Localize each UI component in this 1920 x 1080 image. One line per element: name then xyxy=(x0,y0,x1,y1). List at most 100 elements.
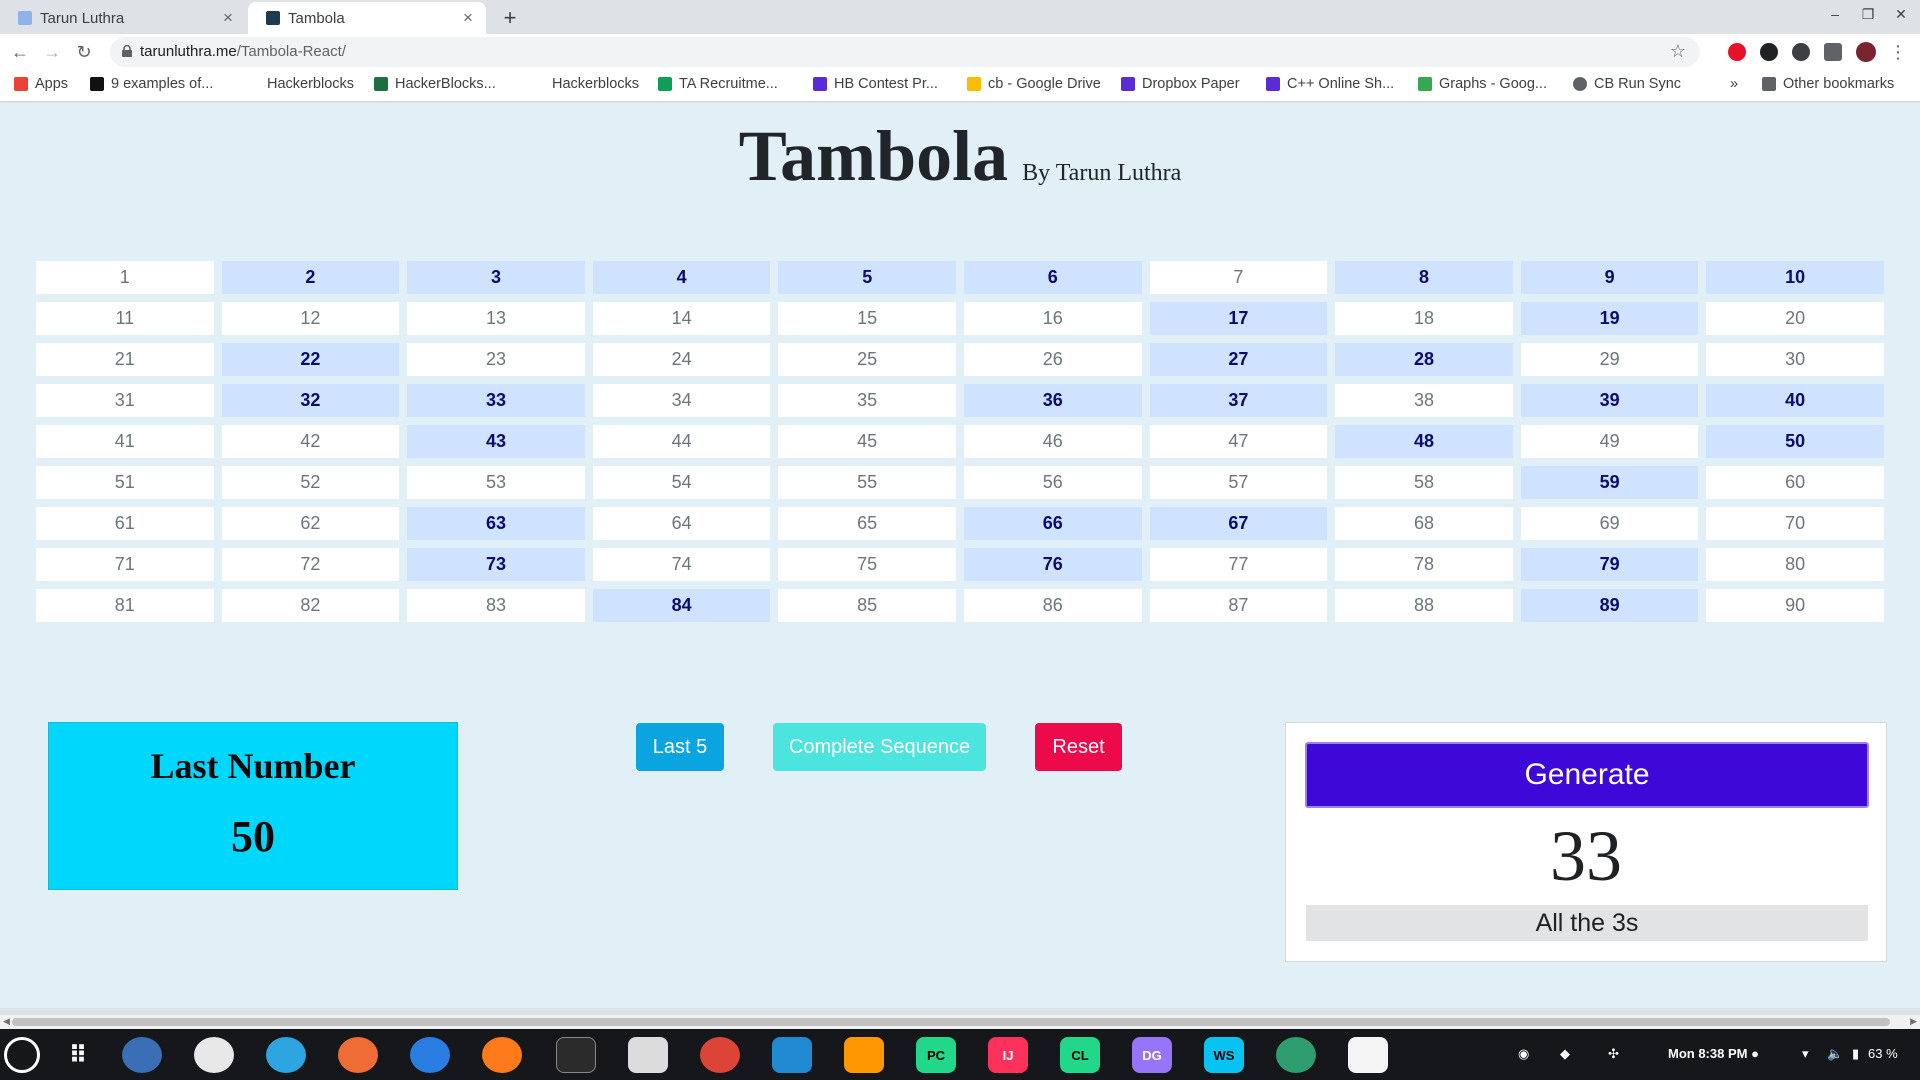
bookmark-item[interactable]: C++ Online Sh... xyxy=(1266,76,1394,92)
board-cell: 32 xyxy=(221,384,400,417)
board-cell: 82 xyxy=(221,589,400,622)
board-cell: 6 xyxy=(964,261,1142,294)
app-grid-icon[interactable]: ⠿ xyxy=(58,1037,98,1073)
scrollbar-thumb[interactable] xyxy=(12,1018,1890,1026)
menu-kebab-icon[interactable]: ⋮ xyxy=(1886,40,1910,64)
bookmark-other[interactable]: Other bookmarks xyxy=(1762,76,1894,92)
telegram-icon[interactable] xyxy=(266,1037,306,1073)
scroll-right-icon[interactable]: ▶ xyxy=(1910,1016,1917,1027)
terminal-icon[interactable] xyxy=(556,1037,596,1073)
pycharm-icon[interactable]: PC xyxy=(916,1037,956,1073)
bookmark-item[interactable]: CB Run Sync xyxy=(1573,76,1681,92)
board-cell: 55 xyxy=(778,466,956,499)
scroll-left-icon[interactable]: ◀ xyxy=(3,1016,10,1027)
bookmark-item[interactable]: 9 examples of... xyxy=(90,76,213,92)
react-favicon-icon xyxy=(266,11,280,25)
board-cell: 53 xyxy=(407,466,585,499)
close-icon[interactable]: × xyxy=(458,8,478,28)
board-cell: 78 xyxy=(1335,548,1513,581)
volume-icon[interactable]: 🔈 xyxy=(1827,1046,1843,1062)
board-cell: 23 xyxy=(407,343,585,376)
board-cell: 54 xyxy=(592,466,771,499)
bookmark-item[interactable]: HB Contest Pr... xyxy=(813,76,938,92)
page-viewport: Tambola By Tarun Luthra 1 2 3 4 5 6 7 8 9 10 11 12 13… xyxy=(0,103,1920,1008)
board-cell: 60 xyxy=(1706,466,1884,499)
address-bar[interactable]: tarunluthra.me/Tambola-React/ ☆ xyxy=(110,37,1700,67)
close-icon[interactable]: × xyxy=(218,8,238,28)
board-cell: 21 xyxy=(36,343,214,376)
bookmark-apps[interactable]: Apps xyxy=(14,76,68,92)
sheets-icon xyxy=(374,77,388,91)
window-close-icon[interactable]: ✕ xyxy=(1886,6,1916,23)
board-cell: 20 xyxy=(1706,302,1884,335)
bookmark-star-icon[interactable]: ☆ xyxy=(1670,41,1686,62)
board-cell: 50 xyxy=(1706,425,1884,458)
board-cell: 49 xyxy=(1520,425,1699,458)
battery-icon[interactable]: ▮ xyxy=(1852,1046,1859,1062)
settings-gear-icon[interactable] xyxy=(122,1037,162,1073)
clock[interactable]: Mon 8:38 PM ● xyxy=(1668,1046,1759,1061)
power-icon[interactable] xyxy=(4,1037,40,1073)
new-tab-icon[interactable]: + xyxy=(496,4,524,32)
opera-extension-icon[interactable] xyxy=(1728,43,1746,61)
back-icon[interactable]: ← xyxy=(8,40,32,64)
files-icon[interactable] xyxy=(628,1037,668,1073)
minimize-icon[interactable]: – xyxy=(1820,6,1850,22)
tray-app-icon[interactable]: ✣ xyxy=(1608,1046,1619,1062)
bookmark-item[interactable]: Graphs - Goog... xyxy=(1418,76,1547,92)
vscode-icon[interactable] xyxy=(772,1037,812,1073)
text-editor-icon[interactable] xyxy=(1348,1037,1388,1073)
tab-tambola[interactable]: Tambola × xyxy=(248,2,486,34)
board-cell: 8 xyxy=(1335,261,1513,294)
goat-app-icon[interactable] xyxy=(194,1037,234,1073)
indicator-icon[interactable]: ◉ xyxy=(1518,1046,1529,1062)
sublime-icon[interactable] xyxy=(844,1037,884,1073)
avatar[interactable] xyxy=(1856,42,1876,62)
tab-tarun-luthra[interactable]: Tarun Luthra × xyxy=(0,2,246,34)
generate-button[interactable]: Generate xyxy=(1305,742,1869,808)
restore-icon[interactable]: ❐ xyxy=(1853,6,1883,23)
puzzle-icon[interactable] xyxy=(1824,43,1842,61)
reset-button[interactable]: Reset xyxy=(1035,723,1122,771)
number-board: 1 2 3 4 5 6 7 8 9 10 11 12 13 14 15 16 17 18 19 20 21 22 23 24 2… xyxy=(36,261,1884,622)
firefox-dev-icon[interactable] xyxy=(410,1037,450,1073)
webstorm-icon[interactable]: WS xyxy=(1204,1037,1244,1073)
clion-icon[interactable]: CL xyxy=(1060,1037,1100,1073)
board-cell: 44 xyxy=(592,425,771,458)
tab-label: Tarun Luthra xyxy=(40,9,125,27)
extension-icon[interactable] xyxy=(1760,43,1778,61)
board-cell: 59 xyxy=(1520,466,1699,499)
google-drive-icon xyxy=(1418,77,1432,91)
bookmark-item[interactable]: TA Recruitme... xyxy=(658,76,778,92)
datagrip-icon[interactable]: DG xyxy=(1132,1037,1172,1073)
atom-icon[interactable] xyxy=(1276,1037,1316,1073)
chrome-icon[interactable] xyxy=(700,1037,740,1073)
browser-toolbar: ← → ↻ tarunluthra.me/Tambola-React/ ☆ ⋮ xyxy=(0,34,1920,70)
board-cell: 7 xyxy=(1149,261,1328,294)
board-cell: 71 xyxy=(36,548,214,581)
board-cell: 16 xyxy=(964,302,1142,335)
complete-sequence-button[interactable]: Complete Sequence xyxy=(773,723,986,771)
board-cell: 79 xyxy=(1520,548,1699,581)
extension-icon[interactable] xyxy=(1792,43,1810,61)
wifi-icon[interactable]: ▾ xyxy=(1802,1046,1809,1062)
forward-icon[interactable]: → xyxy=(40,40,64,64)
board-cell: 24 xyxy=(592,343,771,376)
reload-icon[interactable]: ↻ xyxy=(72,40,96,64)
apps-grid-icon xyxy=(14,77,28,91)
board-cell: 64 xyxy=(592,507,771,540)
bookmark-item[interactable]: HackerBlocks... xyxy=(374,76,496,92)
bookmark-item[interactable]: Hackerblocks xyxy=(267,76,354,92)
horizontal-scrollbar[interactable]: ◀ ▶ xyxy=(0,1015,1920,1029)
bookmarks-overflow-icon[interactable]: » xyxy=(1730,76,1738,92)
bookmark-item[interactable]: cb - Google Drive xyxy=(967,76,1101,92)
firefox-icon[interactable] xyxy=(482,1037,522,1073)
last5-button[interactable]: Last 5 xyxy=(636,723,724,771)
bookmark-item[interactable]: Dropbox Paper xyxy=(1121,76,1240,92)
intellij-icon[interactable]: IJ xyxy=(988,1037,1028,1073)
discord-icon[interactable]: ◆ xyxy=(1560,1046,1570,1062)
postman-icon[interactable] xyxy=(338,1037,378,1073)
board-cell: 26 xyxy=(964,343,1142,376)
board-cell: 3 xyxy=(407,261,585,294)
bookmark-item[interactable]: Hackerblocks xyxy=(552,76,639,92)
